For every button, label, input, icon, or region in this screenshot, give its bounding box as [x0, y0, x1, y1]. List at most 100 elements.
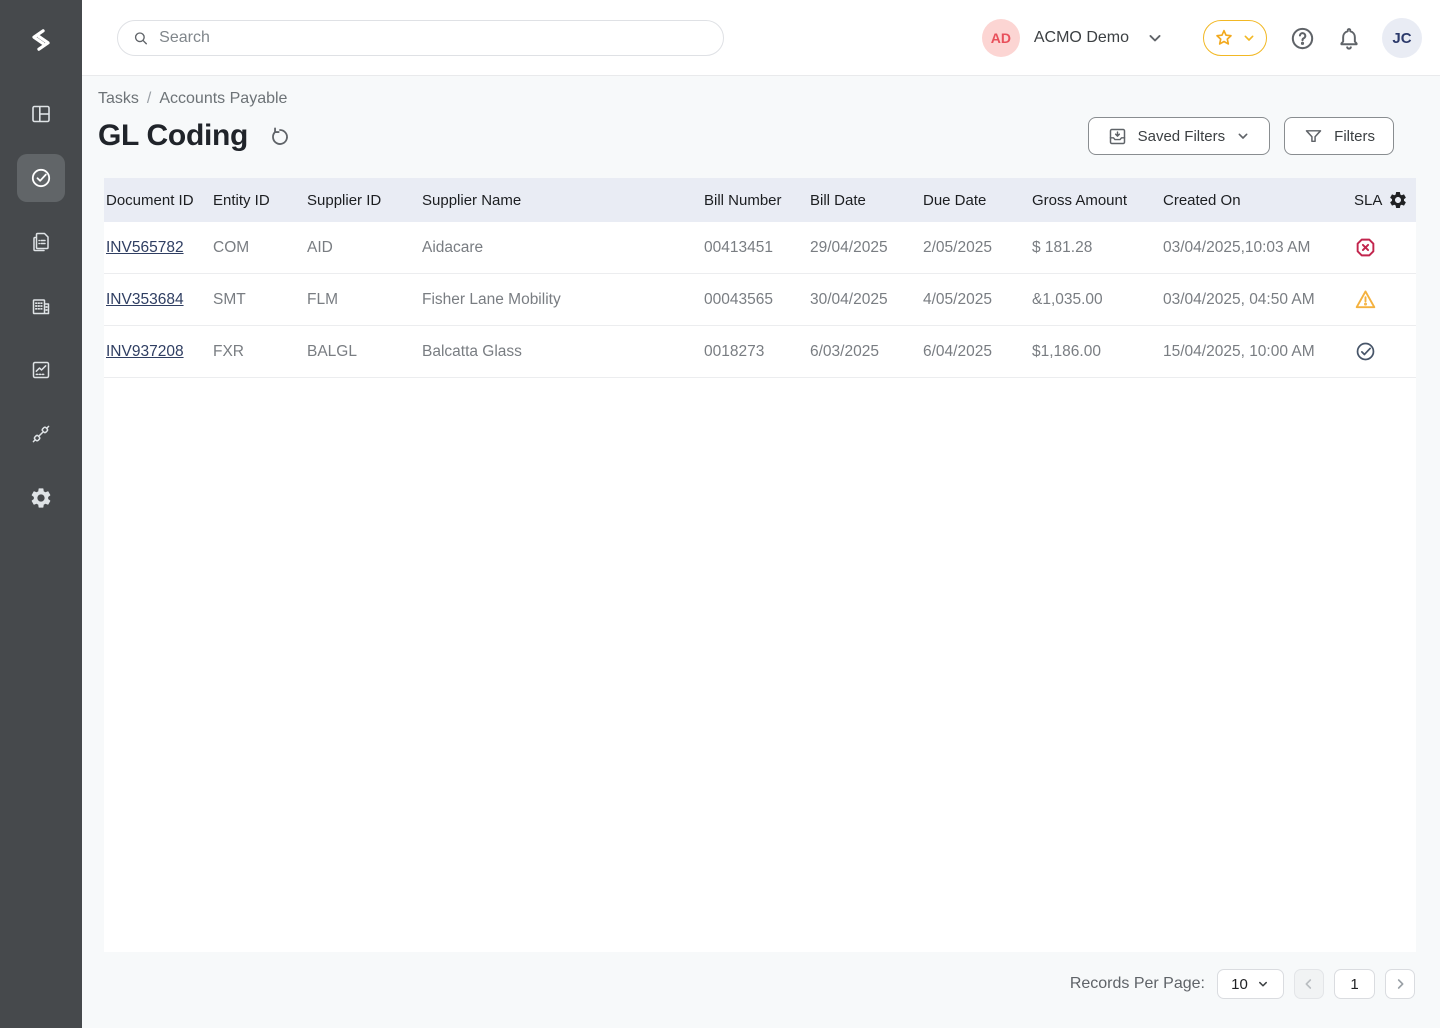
column-header-gross-amount: Gross Amount: [1032, 191, 1128, 209]
column-header-bill-date: Bill Date: [810, 191, 866, 209]
refresh-button[interactable]: [268, 125, 292, 149]
bill-number-cell: 00043565: [704, 290, 773, 308]
column-header-document-id: Document ID: [106, 191, 194, 209]
bill-number-cell: 0018273: [704, 342, 765, 360]
dashboard-icon: [32, 105, 50, 123]
breadcrumb-accounts-payable[interactable]: Accounts Payable: [159, 90, 287, 108]
help-button[interactable]: [1289, 25, 1316, 52]
table-row: INV353684 SMT FLM Fisher Lane Mobility 0…: [104, 274, 1416, 326]
plug-icon: [32, 425, 50, 443]
supplier-id-cell: BALGL: [307, 342, 357, 360]
created-on-cell: 03/04/2025,10:03 AM: [1163, 238, 1311, 256]
sla-ok-icon: [1356, 342, 1375, 361]
bell-icon: [1340, 28, 1358, 50]
created-on-cell: 03/04/2025, 04:50 AM: [1163, 290, 1315, 308]
chevron-down-icon: [1258, 981, 1267, 987]
created-on-cell: 15/04/2025, 10:00 AM: [1163, 342, 1315, 360]
title-row: GL Coding Saved Filters Filters: [98, 114, 1440, 158]
chevron-down-icon: [1149, 35, 1161, 42]
sidebar: [0, 0, 82, 1028]
analytics-icon: [32, 361, 50, 379]
refresh-icon: [272, 127, 288, 145]
sidebar-nav: [17, 90, 65, 522]
column-header-supplier-id: Supplier ID: [307, 191, 382, 209]
tasks-check-icon: [31, 168, 51, 188]
entity-id-cell: COM: [213, 238, 250, 256]
gross-amount-cell: $1,186.00: [1032, 342, 1101, 360]
sidebar-item-dashboard[interactable]: [17, 90, 65, 138]
org-avatar: AD: [981, 19, 1020, 57]
table-body: INV565782 COM AID Aidacare 00413451 29/0…: [104, 222, 1416, 378]
breadcrumb-tasks[interactable]: Tasks: [98, 90, 139, 108]
gear-icon: [31, 488, 51, 508]
gross-amount-cell: &1,035.00: [1032, 290, 1103, 308]
records-per-page-select[interactable]: 10: [1217, 969, 1284, 999]
sla-cell: [1354, 236, 1416, 259]
sla-warning-icon: [1355, 290, 1376, 309]
sidebar-item-tasks[interactable]: [17, 154, 65, 202]
sidebar-item-analytics[interactable]: [17, 346, 65, 394]
app-root: AD ACMO Demo: [0, 0, 1440, 1028]
previous-page-button[interactable]: [1294, 969, 1324, 999]
supplier-name-cell: Aidacare: [422, 238, 484, 256]
sla-cell: [1354, 288, 1416, 311]
main-area: AD ACMO Demo: [82, 0, 1440, 1028]
saved-filters-label: Saved Filters: [1137, 127, 1226, 145]
gross-amount-cell: $ 181.28: [1032, 238, 1093, 256]
saved-filters-icon: [1109, 128, 1125, 144]
chevron-down-icon: [1244, 35, 1254, 41]
sidebar-item-integrations[interactable]: [17, 410, 65, 458]
chevron-down-icon: [1238, 133, 1248, 139]
chevron-right-icon: [1397, 979, 1404, 989]
supplier-name-cell: Balcatta Glass: [422, 342, 522, 360]
filters-label: Filters: [1334, 127, 1375, 145]
table-row: INV565782 COM AID Aidacare 00413451 29/0…: [104, 222, 1416, 274]
column-header-entity-id: Entity ID: [213, 191, 270, 209]
column-header-bill-number: Bill Number: [704, 191, 782, 209]
sidebar-item-organization[interactable]: [17, 282, 65, 330]
column-header-created-on: Created On: [1163, 191, 1241, 209]
supplier-id-cell: FLM: [307, 290, 338, 308]
search-input[interactable]: [159, 28, 709, 47]
current-page-button[interactable]: 1: [1334, 969, 1375, 999]
sidebar-item-settings[interactable]: [17, 474, 65, 522]
org-name: ACMO Demo: [1033, 29, 1129, 46]
filter-funnel-icon: [1305, 129, 1322, 142]
sla-breached-icon: [1356, 238, 1375, 257]
chevron-left-icon: [1305, 979, 1312, 989]
global-search[interactable]: [117, 19, 724, 56]
due-date-cell: 2/05/2025: [923, 238, 992, 256]
due-date-cell: 4/05/2025: [923, 290, 992, 308]
records-per-page-value: 10: [1231, 975, 1248, 993]
saved-filters-button[interactable]: Saved Filters: [1087, 117, 1271, 155]
help-icon: [1291, 27, 1314, 49]
breadcrumb: Tasks / Accounts Payable: [98, 90, 1440, 108]
content: Tasks / Accounts Payable GL Coding Saved…: [82, 76, 1440, 1028]
star-icon: [1216, 29, 1232, 45]
bill-date-cell: 29/04/2025: [810, 238, 888, 256]
table-settings-gear-icon[interactable]: [1388, 190, 1408, 210]
filters-button[interactable]: Filters: [1284, 117, 1394, 155]
bill-date-cell: 30/04/2025: [810, 290, 888, 308]
supplier-name-cell: Fisher Lane Mobility: [422, 290, 561, 308]
search-icon: [134, 31, 147, 44]
notifications-button[interactable]: [1336, 25, 1362, 51]
sidebar-item-documents[interactable]: [17, 218, 65, 266]
table-header-row: Document ID Entity ID Supplier ID Suppli…: [104, 178, 1416, 222]
document-id-link[interactable]: INV565782: [106, 239, 184, 256]
records-per-page-label: Records Per Page:: [1069, 975, 1205, 992]
entity-id-cell: SMT: [213, 290, 246, 308]
org-switcher[interactable]: AD ACMO Demo: [981, 19, 1165, 57]
document-id-link[interactable]: INV353684: [106, 291, 184, 308]
document-id-link[interactable]: INV937208: [106, 343, 184, 360]
favorites-button[interactable]: [1203, 20, 1267, 56]
bill-number-cell: 00413451: [704, 238, 773, 256]
supplier-id-cell: AID: [307, 238, 333, 256]
user-avatar[interactable]: JC: [1382, 18, 1422, 58]
next-page-button[interactable]: [1385, 969, 1415, 999]
entity-id-cell: FXR: [213, 342, 244, 360]
building-icon: [32, 299, 50, 315]
brand-logo: [17, 16, 65, 64]
gl-coding-table: Document ID Entity ID Supplier ID Suppli…: [104, 178, 1416, 952]
due-date-cell: 6/04/2025: [923, 342, 992, 360]
